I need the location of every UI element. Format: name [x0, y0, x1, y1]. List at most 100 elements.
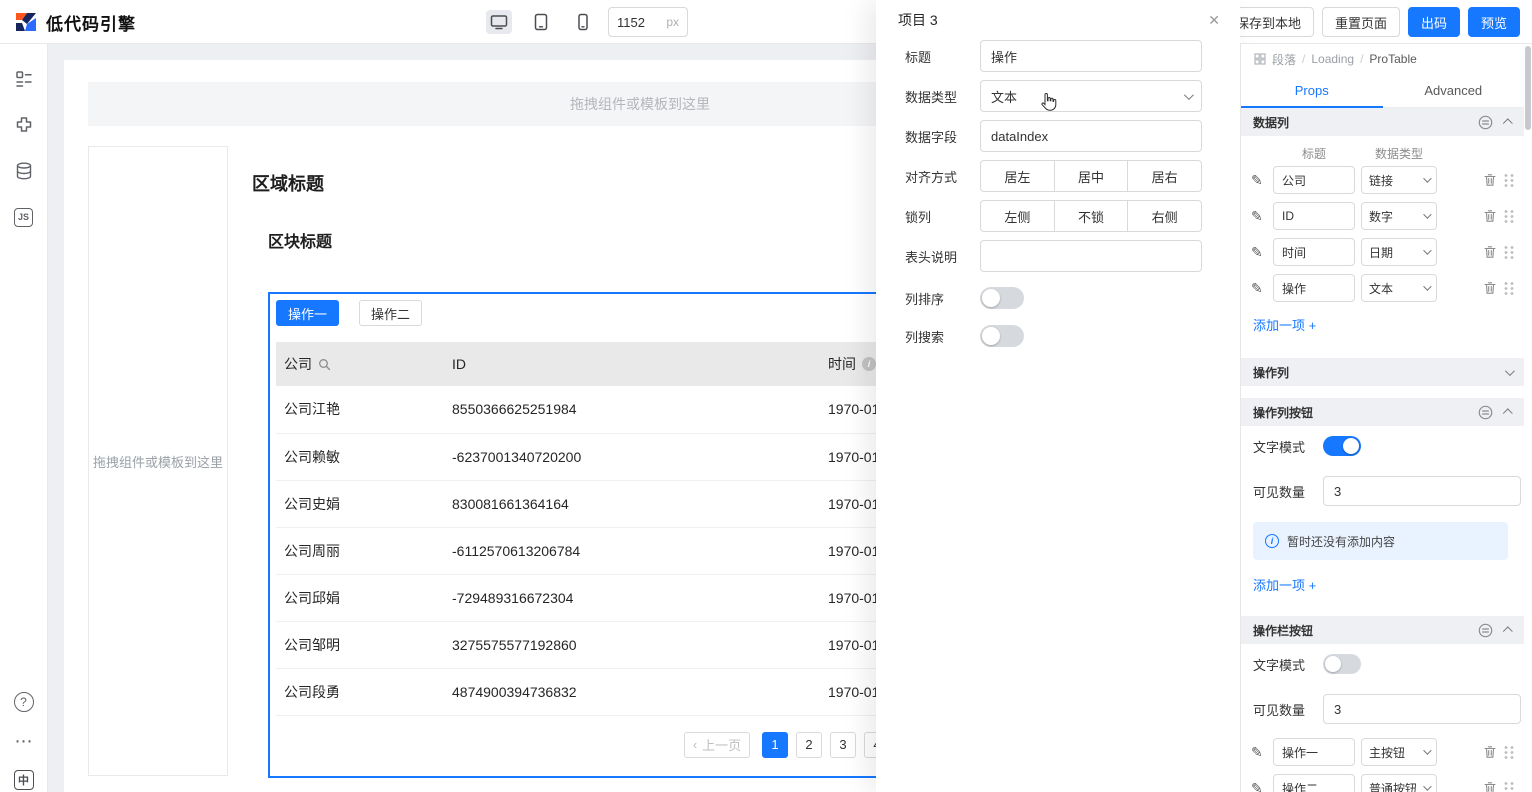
drag-handle-icon[interactable]	[1503, 281, 1514, 295]
action-one-button[interactable]: 操作一	[276, 300, 340, 326]
breadcrumb-item[interactable]: Loading	[1311, 52, 1354, 66]
page-button[interactable]: 2	[796, 731, 822, 758]
reset-page-button[interactable]: 重置页面	[1321, 7, 1400, 37]
segment-option[interactable]: 不锁	[1053, 201, 1128, 231]
segment-option[interactable]: 左侧	[981, 201, 1054, 231]
tab-props[interactable]: Props	[1241, 74, 1383, 108]
display-toggle-icon[interactable]	[1478, 405, 1493, 420]
edit-icon[interactable]: ✎	[1251, 208, 1267, 225]
collapse-icon[interactable]	[1502, 407, 1513, 418]
delete-icon[interactable]	[1483, 745, 1497, 759]
title-input[interactable]	[991, 48, 1191, 64]
edit-icon[interactable]: ✎	[1251, 172, 1267, 189]
column-header-id[interactable]: ID	[444, 342, 820, 386]
device-mobile-button[interactable]	[570, 10, 596, 34]
segment-option[interactable]: 居右	[1127, 161, 1201, 191]
prev-page-button[interactable]: ‹ 上一页	[684, 731, 750, 758]
text-mode-toggle[interactable]	[1323, 436, 1361, 456]
drag-handle-icon[interactable]	[1503, 781, 1514, 792]
more-icon[interactable]: ⋯	[15, 732, 33, 750]
company-link[interactable]: 公司江艳	[276, 386, 444, 434]
visible-count-input[interactable]	[1323, 694, 1521, 724]
delete-icon[interactable]	[1483, 209, 1497, 223]
page-scrollbar[interactable]	[1524, 44, 1532, 792]
column-header-company[interactable]: 公司	[276, 342, 444, 386]
datasource-button[interactable]	[0, 148, 48, 194]
collapse-icon[interactable]	[1502, 625, 1513, 636]
collapse-icon[interactable]	[1502, 117, 1513, 128]
help-icon[interactable]: ?	[13, 692, 34, 712]
col-sort-toggle[interactable]	[980, 287, 1024, 309]
item-title-input[interactable]	[1273, 274, 1355, 302]
delete-icon[interactable]	[1483, 781, 1497, 792]
headerdesc-input[interactable]	[991, 248, 1191, 264]
company-link[interactable]: 公司邹明	[276, 621, 444, 669]
item-type-select[interactable]: 文本	[1361, 274, 1437, 302]
page-button[interactable]: 3	[830, 731, 856, 758]
item-title-input[interactable]	[1273, 738, 1355, 766]
edit-icon[interactable]: ✎	[1251, 280, 1267, 297]
segment-option[interactable]: 右侧	[1127, 201, 1201, 231]
edit-icon[interactable]: ✎	[1251, 244, 1267, 261]
source-code-button[interactable]: JS	[0, 194, 48, 240]
section-header-action-bar-buttons[interactable]: 操作栏按钮	[1241, 616, 1524, 644]
item-title-input[interactable]	[1273, 238, 1355, 266]
plugin-button[interactable]	[0, 102, 48, 148]
info-icon[interactable]: i	[862, 357, 876, 371]
item-type-select[interactable]: 普通按钮	[1361, 774, 1437, 792]
search-icon[interactable]	[318, 358, 331, 371]
company-link[interactable]: 公司段勇	[276, 668, 444, 716]
company-link[interactable]: 公司赖敏	[276, 433, 444, 481]
canvas-width-input[interactable]	[617, 14, 659, 30]
company-link[interactable]: 公司周丽	[276, 527, 444, 575]
datafield-input[interactable]	[991, 128, 1191, 144]
visible-count-input[interactable]	[1323, 476, 1521, 506]
add-data-column-link[interactable]: 添加一项 +	[1241, 306, 1524, 344]
page-button[interactable]: 1	[762, 731, 788, 758]
codegen-button[interactable]: 出码	[1407, 7, 1460, 37]
item-title-input[interactable]	[1273, 166, 1355, 194]
tab-advanced[interactable]: Advanced	[1383, 74, 1525, 107]
action-two-button[interactable]: 操作二	[359, 300, 423, 326]
segment-option[interactable]: 居左	[981, 161, 1054, 191]
close-icon[interactable]: ✕	[1208, 12, 1220, 29]
item-type-select[interactable]: 主按钮	[1361, 738, 1437, 766]
delete-icon[interactable]	[1483, 281, 1497, 295]
item-type-select[interactable]: 数字	[1361, 202, 1437, 230]
segment-option[interactable]: 居中	[1053, 161, 1128, 191]
section-header-data-columns[interactable]: 数据列	[1241, 108, 1524, 136]
preview-button[interactable]: 预览	[1467, 7, 1520, 37]
section-header-action-column[interactable]: 操作列	[1241, 358, 1524, 386]
device-desktop-button[interactable]	[486, 10, 512, 34]
company-link[interactable]: 公司史娟	[276, 480, 444, 528]
add-action-column-button-link[interactable]: 添加一项 +	[1241, 566, 1524, 604]
text-mode-toggle[interactable]	[1323, 654, 1361, 674]
breadcrumb-item[interactable]: 段落	[1272, 51, 1296, 68]
drag-handle-icon[interactable]	[1503, 209, 1514, 223]
drag-handle-icon[interactable]	[1503, 245, 1514, 259]
col-search-toggle[interactable]	[980, 325, 1024, 347]
drag-handle-icon[interactable]	[1503, 173, 1514, 187]
item-type-select[interactable]: 链接	[1361, 166, 1437, 194]
item-type-select[interactable]: 日期	[1361, 238, 1437, 266]
edit-icon[interactable]: ✎	[1251, 744, 1267, 761]
delete-icon[interactable]	[1483, 173, 1497, 187]
side-dropzone[interactable]: 拖拽组件或模板到这里	[88, 146, 228, 776]
expand-icon[interactable]	[1504, 365, 1515, 376]
item-title-input[interactable]	[1273, 202, 1355, 230]
display-toggle-icon[interactable]	[1478, 115, 1493, 130]
company-link[interactable]: 公司邱娟	[276, 574, 444, 622]
device-tablet-button[interactable]	[528, 10, 554, 34]
scrollbar-thumb[interactable]	[1525, 46, 1531, 130]
display-toggle-icon[interactable]	[1478, 623, 1493, 638]
section-header-action-column-buttons[interactable]: 操作列按钮	[1241, 398, 1524, 426]
item-title-input[interactable]	[1273, 774, 1355, 792]
delete-icon[interactable]	[1483, 245, 1497, 259]
outline-tree-button[interactable]	[0, 56, 48, 102]
language-switch-icon[interactable]: 中	[13, 770, 34, 790]
text-mode-row: 文字模式	[1241, 644, 1524, 684]
breadcrumb-item[interactable]: ProTable	[1369, 52, 1416, 66]
datatype-select[interactable]: 文本	[980, 80, 1202, 112]
edit-icon[interactable]: ✎	[1251, 780, 1267, 792]
drag-handle-icon[interactable]	[1503, 745, 1514, 759]
